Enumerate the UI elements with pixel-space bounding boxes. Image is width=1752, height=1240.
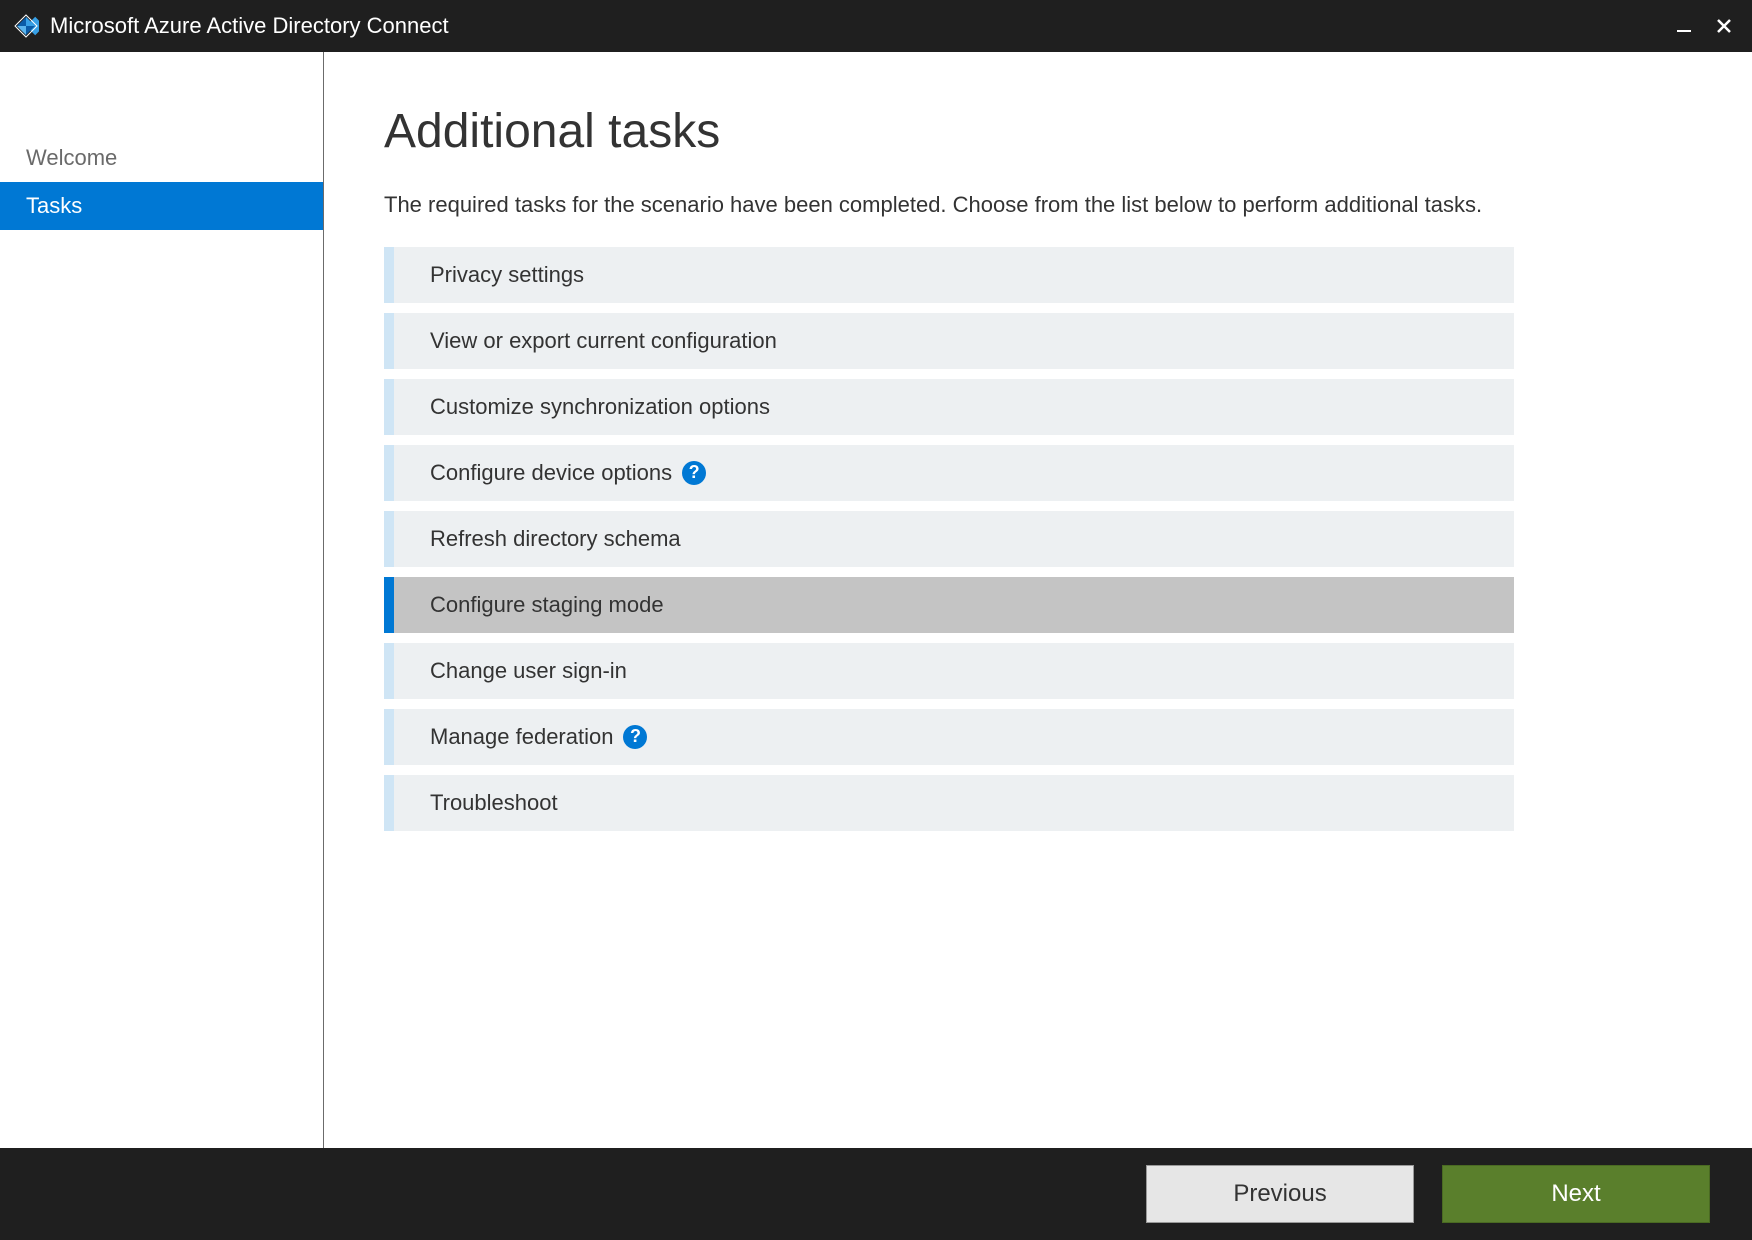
- task-label: View or export current configuration: [430, 328, 777, 354]
- task-accent: [384, 577, 394, 633]
- window-body: Welcome Tasks Additional tasks The requi…: [0, 52, 1752, 1148]
- sidebar-item-tasks[interactable]: Tasks: [0, 182, 323, 230]
- help-icon[interactable]: ?: [623, 725, 647, 749]
- sidebar-item-welcome[interactable]: Welcome: [0, 134, 323, 182]
- task-accent: [384, 379, 394, 435]
- task-accent: [384, 445, 394, 501]
- close-button[interactable]: [1704, 6, 1744, 46]
- previous-button[interactable]: Previous: [1146, 1165, 1414, 1223]
- task-configure-device-options[interactable]: Configure device options ?: [384, 445, 1514, 501]
- task-label: Privacy settings: [430, 262, 584, 288]
- page-title: Additional tasks: [384, 104, 1688, 159]
- minimize-button[interactable]: [1664, 6, 1704, 46]
- azure-logo-icon: [12, 12, 40, 40]
- task-configure-staging-mode[interactable]: Configure staging mode: [384, 577, 1514, 633]
- task-accent: [384, 511, 394, 567]
- sidebar-item-label: Tasks: [26, 193, 82, 219]
- task-accent: [384, 643, 394, 699]
- sidebar-item-label: Welcome: [26, 145, 117, 171]
- task-accent: [384, 247, 394, 303]
- task-label: Troubleshoot: [430, 790, 558, 816]
- help-icon[interactable]: ?: [682, 461, 706, 485]
- window-title: Microsoft Azure Active Directory Connect: [50, 13, 1664, 39]
- app-window: Microsoft Azure Active Directory Connect…: [0, 0, 1752, 1240]
- task-change-user-signin[interactable]: Change user sign-in: [384, 643, 1514, 699]
- task-refresh-directory-schema[interactable]: Refresh directory schema: [384, 511, 1514, 567]
- task-label: Configure device options: [430, 460, 672, 486]
- task-label: Configure staging mode: [430, 592, 664, 618]
- button-label: Next: [1551, 1180, 1600, 1208]
- task-privacy-settings[interactable]: Privacy settings: [384, 247, 1514, 303]
- task-list: Privacy settings View or export current …: [384, 247, 1514, 831]
- task-manage-federation[interactable]: Manage federation ?: [384, 709, 1514, 765]
- next-button[interactable]: Next: [1442, 1165, 1710, 1223]
- task-label: Customize synchronization options: [430, 394, 770, 420]
- task-view-export-config[interactable]: View or export current configuration: [384, 313, 1514, 369]
- button-label: Previous: [1233, 1180, 1326, 1208]
- task-label: Refresh directory schema: [430, 526, 681, 552]
- task-accent: [384, 313, 394, 369]
- sidebar: Welcome Tasks: [0, 52, 324, 1148]
- task-accent: [384, 709, 394, 765]
- main-content: Additional tasks The required tasks for …: [324, 52, 1752, 1148]
- task-customize-sync[interactable]: Customize synchronization options: [384, 379, 1514, 435]
- task-troubleshoot[interactable]: Troubleshoot: [384, 775, 1514, 831]
- task-accent: [384, 775, 394, 831]
- task-label: Change user sign-in: [430, 658, 627, 684]
- task-label: Manage federation: [430, 724, 613, 750]
- title-bar: Microsoft Azure Active Directory Connect: [0, 0, 1752, 52]
- page-description: The required tasks for the scenario have…: [384, 189, 1514, 221]
- footer: Previous Next: [0, 1148, 1752, 1240]
